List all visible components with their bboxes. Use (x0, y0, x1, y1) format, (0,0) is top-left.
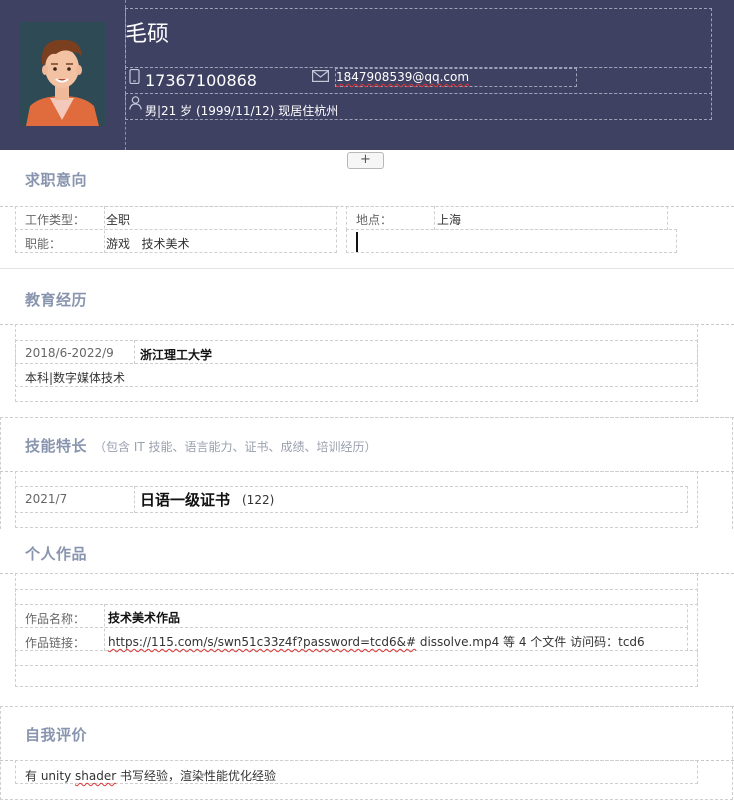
job-type-value[interactable]: 全职 (106, 211, 130, 228)
school-name[interactable]: 浙江理工大学 (140, 346, 212, 363)
section-separator (0, 268, 734, 269)
degree-major[interactable]: 本科|数字媒体技术 (25, 369, 125, 386)
location-label: 地点： (356, 213, 393, 227)
job-function-label: 职能： (25, 237, 62, 251)
section-title-skills[interactable]: 技能特长 (25, 435, 87, 456)
work-name-value[interactable]: 技术美术作品 (108, 609, 180, 626)
location-value[interactable]: 上海 (437, 211, 461, 228)
basic-info[interactable]: 男|21 岁 (1999/11/12) 现居住杭州 (145, 102, 338, 119)
section-title-self-eval[interactable]: 自我评价 (25, 724, 87, 745)
col-divider (104, 206, 105, 253)
name-box[interactable] (125, 8, 712, 68)
job-function-value[interactable]: 游戏 技术美术 (106, 235, 189, 252)
self-eval-suffix: 书写经验，渲染性能优化经验 (116, 769, 276, 783)
work-link-rest: dissolve.mp4 等 4 个文件 访问码：tcd6 (416, 635, 645, 649)
skill-cert[interactable]: 日语一级证书 (140, 489, 230, 510)
mail-icon (312, 70, 329, 82)
self-eval-section (0, 706, 733, 800)
text-caret (356, 232, 358, 252)
works-row (15, 650, 698, 666)
work-name-label: 作品名称： (25, 612, 86, 626)
works-row (15, 589, 698, 605)
self-eval-flagged-word: shader (74, 769, 117, 783)
skill-score[interactable]: (122) (242, 493, 274, 507)
col-divider (134, 340, 135, 364)
email-text: 1847908539@qq.com (336, 70, 470, 84)
skill-row (15, 486, 688, 513)
col-divider (134, 486, 135, 513)
person-icon (129, 96, 142, 110)
col-divider (104, 604, 105, 651)
avatar (20, 22, 105, 126)
work-link-url[interactable]: https://115.com/s/swn51c33z4f?password=t… (108, 635, 416, 649)
work-link-label: 作品链接： (25, 636, 86, 650)
skills-note: （包含 IT 技能、语言能力、证书、成绩、培训经历） (94, 440, 377, 454)
self-eval-text[interactable]: 有 unity shader 书写经验，渲染性能优化经验 (25, 767, 276, 784)
add-section-button[interactable]: + (347, 152, 384, 169)
location-cell (346, 206, 668, 230)
section-title-works[interactable]: 个人作品 (25, 543, 87, 564)
self-eval-prefix: 有 unity (25, 769, 75, 783)
col-divider (434, 206, 435, 230)
phone-icon (129, 69, 140, 84)
email-address[interactable]: 1847908539@qq.com (336, 70, 469, 84)
resume-header: 毛硕 17367100868 1847908539@qq.com 男|21 岁 … (0, 0, 734, 150)
education-period[interactable]: 2018/6-2022/9 (25, 346, 114, 360)
phone-number[interactable]: 17367100868 (145, 71, 257, 90)
skill-date[interactable]: 2021/7 (25, 492, 67, 506)
work-link[interactable]: https://115.com/s/swn51c33z4f?password=t… (108, 633, 645, 650)
section-title-job-intent[interactable]: 求职意向 (25, 169, 87, 190)
section-title-education[interactable]: 教育经历 (25, 289, 87, 310)
candidate-name[interactable]: 毛硕 (125, 16, 169, 48)
job-type-label: 工作类型： (25, 213, 86, 227)
empty-cell[interactable] (346, 229, 677, 253)
education-row (15, 340, 698, 364)
